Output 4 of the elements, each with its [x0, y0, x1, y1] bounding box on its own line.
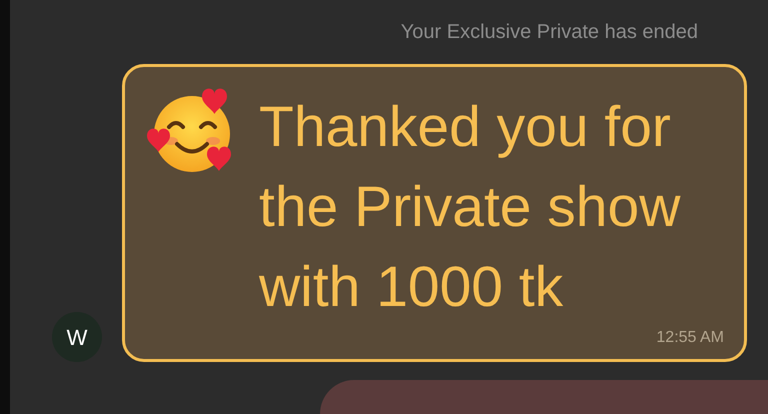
avatar[interactable]: W — [52, 312, 102, 362]
message-time: 12:55 AM — [656, 328, 724, 348]
message-text: Thanked you for the Private show with 1000 tk — [259, 94, 682, 321]
system-message: Your Exclusive Private has ended — [400, 20, 698, 45]
